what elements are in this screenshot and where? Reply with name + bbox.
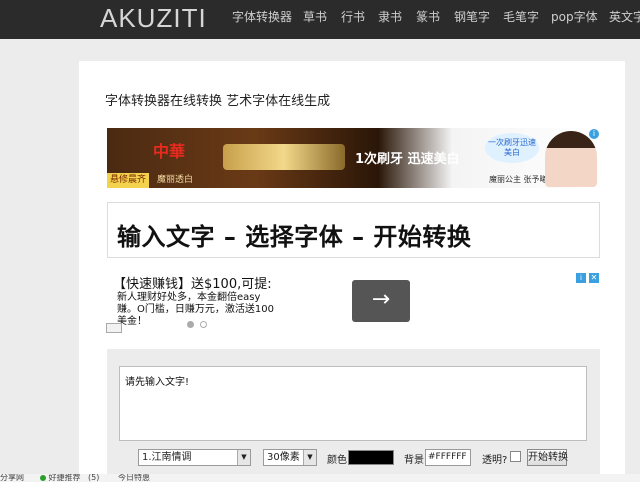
nav-item-lishu[interactable]: 隶书 bbox=[378, 10, 402, 24]
nav-item-xingshu[interactable]: 行书 bbox=[341, 10, 365, 24]
bottom-item-recommend-label: 好捷推荐 bbox=[48, 474, 81, 482]
nav-item-zhuanshu[interactable]: 篆书 bbox=[416, 10, 440, 24]
ad-corner-icon bbox=[106, 323, 122, 333]
bg-label: 背景 bbox=[404, 455, 424, 466]
arrow-right-icon: → bbox=[371, 287, 391, 312]
nav-item-pen[interactable]: 钢笔字 bbox=[454, 10, 490, 24]
transparent-label: 透明? bbox=[482, 455, 508, 466]
ad-tag: 悬修晨齐 bbox=[107, 173, 150, 188]
ad-product-image bbox=[223, 144, 345, 170]
font-select[interactable]: 1.江南情调 ▼ bbox=[138, 449, 251, 466]
converter-tool: 请先输入文字! 1.江南情调 ▼ 30像素 ▼ 颜色 背景 #FFFFFF 透明… bbox=[107, 349, 600, 482]
carousel-dot[interactable] bbox=[200, 321, 207, 328]
page-title: 字体转换器在线转换 艺术字体在线生成 bbox=[105, 94, 331, 109]
size-select-value: 30像素 bbox=[267, 452, 300, 463]
chevron-down-icon: ▼ bbox=[303, 450, 316, 465]
text-input[interactable]: 请先输入文字! bbox=[119, 366, 587, 441]
ad2-description: 新人理财好处多，本金翻倍easy赚。O门槛，日赚万元，激活送100美金！ bbox=[117, 292, 274, 327]
bg-color-input[interactable]: #FFFFFF bbox=[425, 449, 471, 466]
status-dot-icon bbox=[40, 474, 46, 481]
font-color-swatch[interactable] bbox=[348, 450, 394, 465]
transparent-checkbox[interactable] bbox=[510, 451, 521, 462]
content-panel: 字体转换器在线转换 艺术字体在线生成 中華 悬修晨齐 魔丽透白 1次刷牙 迅速美… bbox=[79, 61, 625, 482]
top-navbar: AKUZITI 字体转换器 草书 行书 隶书 篆书 钢笔字 毛笔字 pop字体 … bbox=[0, 0, 640, 39]
bottom-item-deals[interactable]: 今日特惠 bbox=[118, 474, 150, 482]
ad2-arrow-button[interactable]: → bbox=[352, 280, 410, 322]
ad2-info-icon[interactable]: i bbox=[576, 273, 586, 283]
site-logo[interactable]: AKUZITI bbox=[100, 3, 207, 34]
nav-item-english[interactable]: 英文字 bbox=[609, 10, 640, 24]
ad-brand-logo: 中華 bbox=[153, 142, 186, 161]
steps-banner-text: 输入文字 – 选择字体 – 开始转换 bbox=[117, 223, 472, 251]
chevron-down-icon: ▼ bbox=[237, 450, 250, 465]
nav-item-font-converter[interactable]: 字体转换器 bbox=[232, 10, 292, 24]
ad-info-icon[interactable]: i bbox=[589, 129, 599, 139]
nav-item-caoshu[interactable]: 草书 bbox=[303, 10, 327, 24]
ad-caption: 魔丽公主 张予曦 bbox=[489, 175, 548, 184]
bottom-item-recommend[interactable]: 好捷推荐 bbox=[40, 474, 81, 482]
bottom-item-count: (5) bbox=[88, 474, 100, 482]
convert-button[interactable]: 开始转换 bbox=[527, 449, 568, 466]
nav-item-brush[interactable]: 毛笔字 bbox=[503, 10, 539, 24]
bottom-bar: 分享网 好捷推荐 (5) 今日特惠 bbox=[0, 474, 640, 482]
bottom-item-share[interactable]: 分享网 bbox=[0, 474, 24, 482]
ad-badge: 一次刷牙迅速美白 bbox=[485, 133, 539, 163]
ad-slogan: 1次刷牙 迅速美白 bbox=[355, 152, 460, 167]
ad-finance[interactable]: 【快速赚钱】送$100,可提: 新人理财好处多，本金翻倍easy赚。O门槛，日赚… bbox=[107, 272, 600, 336]
color-label: 颜色 bbox=[327, 455, 347, 466]
ad-banner-toothpaste[interactable]: 中華 悬修晨齐 魔丽透白 1次刷牙 迅速美白 一次刷牙迅速美白 魔丽公主 张予曦… bbox=[107, 128, 600, 188]
controls-row: 1.江南情调 ▼ 30像素 ▼ 颜色 背景 #FFFFFF 透明? 开始转换 bbox=[107, 449, 600, 469]
carousel-dot-active[interactable] bbox=[187, 321, 194, 328]
ad2-close-icon[interactable]: ✕ bbox=[589, 273, 599, 283]
steps-banner: 输入文字 – 选择字体 – 开始转换 bbox=[107, 202, 600, 258]
font-select-value: 1.江南情调 bbox=[142, 452, 192, 463]
ad2-title: 【快速赚钱】送$100,可提: bbox=[113, 277, 272, 292]
ad-tag-secondary: 魔丽透白 bbox=[157, 175, 194, 185]
size-select[interactable]: 30像素 ▼ bbox=[263, 449, 317, 466]
nav-item-pop[interactable]: pop字体 bbox=[551, 10, 598, 24]
ad-model-image bbox=[545, 131, 597, 187]
